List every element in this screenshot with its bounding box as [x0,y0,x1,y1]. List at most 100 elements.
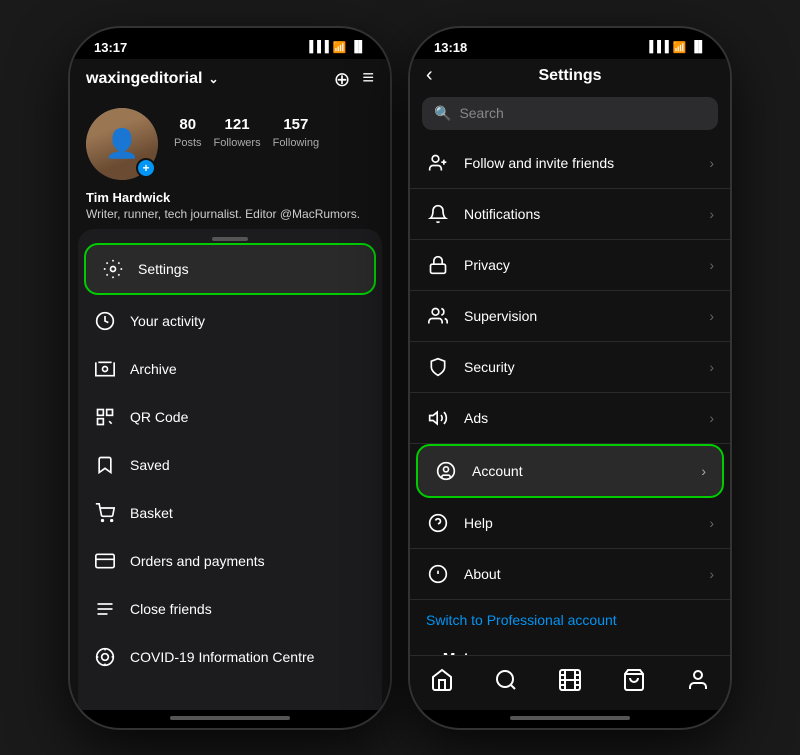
posts-label: Posts [174,137,202,149]
menu-item-archive[interactable]: Archive [78,345,382,393]
search-icon: 🔍 [434,105,451,122]
ads-label: Ads [464,410,488,426]
security-icon [426,355,450,379]
bottom-nav [410,655,730,710]
supervision-label: Supervision [464,308,537,324]
search-bar[interactable]: 🔍 Search [422,97,718,130]
settings-item-about[interactable]: About › [410,549,730,600]
ads-item-left: Ads [426,406,488,430]
profile-info: 👤 + 80 Posts 121 Followers 157 Following [70,100,390,188]
profile-header: waxingeditorial ⌄ ⊕ ≡ [70,59,390,100]
privacy-chevron: › [709,257,714,273]
help-label: Help [464,515,493,531]
right-screen: ‹ Settings 🔍 Search [410,59,730,710]
nav-profile[interactable] [684,666,712,694]
security-item-left: Security [426,355,515,379]
orders-icon [94,550,116,572]
stats-row: 80 Posts 121 Followers 157 Following [174,116,319,151]
following-stat: 157 Following [273,116,319,151]
notifications-item-left: Notifications [426,202,540,226]
add-icon[interactable]: ⊕ [334,67,351,92]
activity-icon [94,310,116,332]
menu-icon[interactable]: ≡ [362,67,374,92]
followers-label: Followers [214,137,261,149]
settings-item-supervision[interactable]: Supervision › [410,291,730,342]
menu-item-activity[interactable]: Your activity [78,297,382,345]
covid-icon [94,646,116,668]
follow-chevron: › [709,155,714,171]
right-time: 13:18 [434,40,467,55]
settings-item-follow[interactable]: Follow and invite friends › [410,138,730,189]
followers-stat: 121 Followers [214,116,261,151]
archive-icon [94,358,116,380]
left-status-bar: 13:17 ▐▐▐ 📶 ▐▌ [70,28,390,59]
add-story-badge[interactable]: + [136,158,156,178]
search-placeholder: Search [459,105,503,121]
left-phone: 13:17 ▐▐▐ 📶 ▐▌ waxingeditorial ⌄ ⊕ ≡ 👤 + [70,28,390,728]
battery-icon-right: ▐▌ [690,41,706,53]
menu-item-saved[interactable]: Saved [78,441,382,489]
left-status-icons: ▐▐▐ 📶 ▐▌ [305,41,366,54]
settings-label: Settings [138,261,189,277]
posts-count: 80 [174,116,202,133]
saved-label: Saved [130,457,170,473]
menu-item-orders[interactable]: Orders and payments [78,537,382,585]
chevron-down-icon: ⌄ [208,72,218,86]
username: waxingeditorial [86,70,202,88]
settings-item-help[interactable]: Help › [410,498,730,549]
nav-shop[interactable] [620,666,648,694]
security-chevron: › [709,359,714,375]
home-indicator-right [510,716,630,720]
nav-reels[interactable] [556,666,584,694]
menu-item-covid[interactable]: COVID-19 Information Centre [78,633,382,681]
help-chevron: › [709,515,714,531]
right-status-bar: 13:18 ▐▐▐ 📶 ▐▌ [410,28,730,59]
privacy-item-left: Privacy [426,253,510,277]
settings-item-security[interactable]: Security › [410,342,730,393]
notifications-chevron: › [709,206,714,222]
header-icons[interactable]: ⊕ ≡ [334,67,374,92]
bio-section: Tim Hardwick Writer, runner, tech journa… [70,188,390,229]
orders-label: Orders and payments [130,553,265,569]
menu-item-close-friends[interactable]: Close friends [78,585,382,633]
supervision-chevron: › [709,308,714,324]
close-friends-label: Close friends [130,601,212,617]
nav-home[interactable] [428,666,456,694]
menu-item-settings[interactable]: Settings [86,245,374,293]
settings-item-ads[interactable]: Ads › [410,393,730,444]
home-indicator-left [170,716,290,720]
settings-item-privacy[interactable]: Privacy › [410,240,730,291]
wifi-icon: 📶 [333,41,347,54]
about-label: About [464,566,501,582]
ads-icon [426,406,450,430]
saved-icon [94,454,116,476]
settings-item-account[interactable]: Account › [418,446,722,496]
security-label: Security [464,359,515,375]
notifications-label: Notifications [464,206,540,222]
username-row: waxingeditorial ⌄ [86,70,219,88]
wifi-icon-right: 📶 [673,41,687,54]
settings-item-notifications[interactable]: Notifications › [410,189,730,240]
settings-nav: ‹ Settings [410,59,730,89]
back-button[interactable]: ‹ [426,64,433,87]
account-label: Account [472,463,523,479]
basket-label: Basket [130,505,173,521]
avatar-container: 👤 + [86,108,158,180]
notifications-icon [426,202,450,226]
archive-label: Archive [130,361,177,377]
account-icon [434,459,458,483]
menu-item-basket[interactable]: Basket [78,489,382,537]
activity-label: Your activity [130,313,205,329]
battery-icon: ▐▌ [350,41,366,53]
menu-item-qr[interactable]: QR Code [78,393,382,441]
nav-search[interactable] [492,666,520,694]
menu-overlay: Settings Your activity [78,229,382,710]
follow-label: Follow and invite friends [464,155,614,171]
left-time: 13:17 [94,40,127,55]
signal-icon-right: ▐▐▐ [645,41,668,53]
supervision-icon [426,304,450,328]
bio-text: Writer, runner, tech journalist. Editor … [86,207,374,221]
signal-icon: ▐▐▐ [305,41,328,53]
switch-pro[interactable]: Switch to Professional account [410,600,730,640]
ads-chevron: › [709,410,714,426]
